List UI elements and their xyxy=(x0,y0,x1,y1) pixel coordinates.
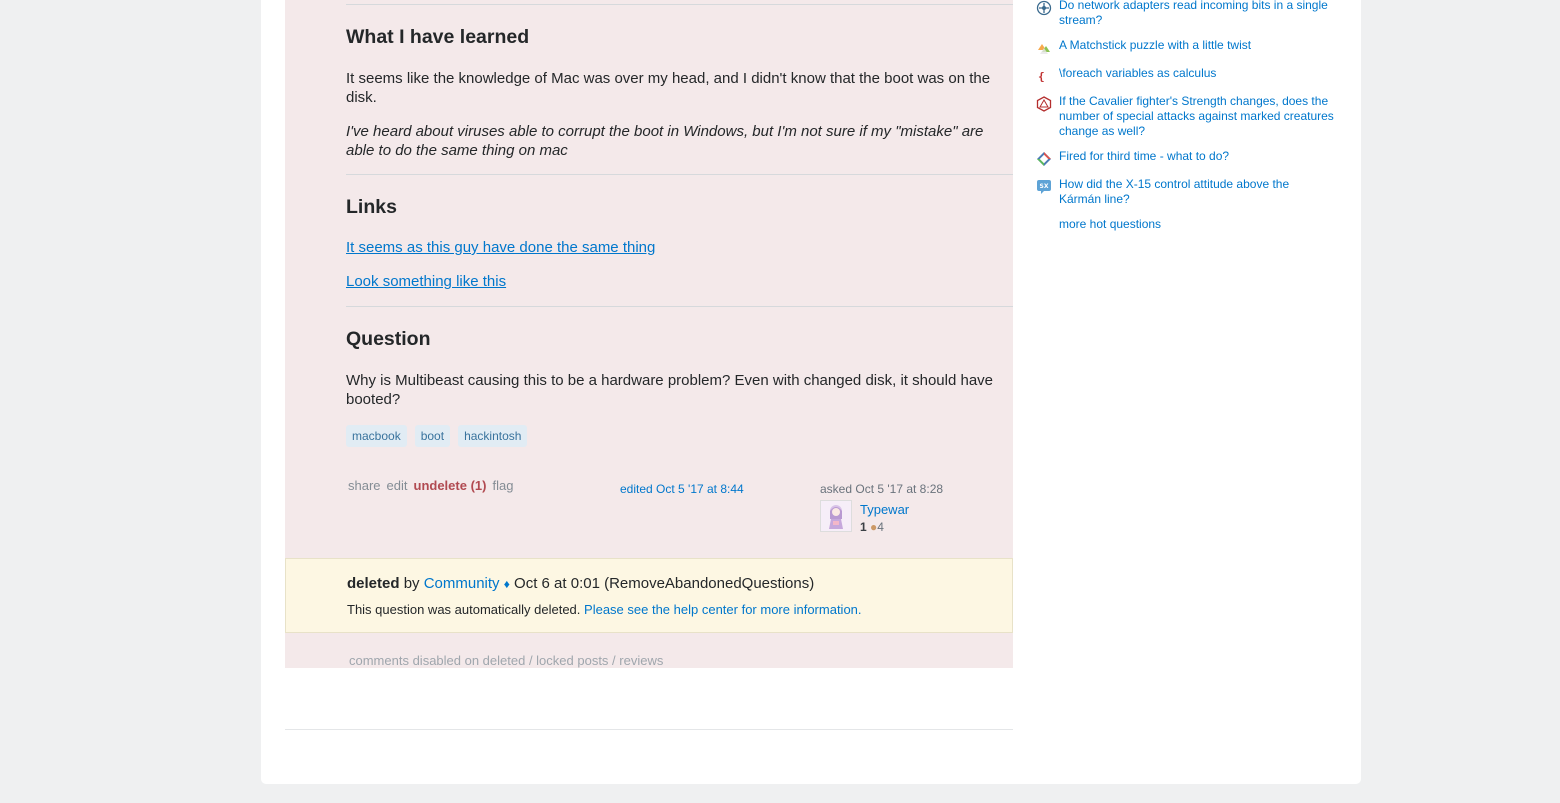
help-center-link[interactable]: Please see the help center for more info… xyxy=(584,602,861,617)
user-avatar-icon xyxy=(821,501,851,531)
flag-link[interactable]: flag xyxy=(492,478,513,493)
hot-question-link[interactable]: If the Cavalier fighter's Strength chang… xyxy=(1059,94,1334,139)
hot-question-link[interactable]: How did the X-15 control attitude above … xyxy=(1059,177,1334,207)
bronze-badge-count: 4 xyxy=(877,520,884,534)
hot-question-link[interactable]: A Matchstick puzzle with a little twist xyxy=(1059,38,1334,53)
learned-paragraph: It seems like the knowledge of Mac was o… xyxy=(346,70,991,106)
deleted-by-label: by xyxy=(403,575,420,592)
comments-disabled-notice: comments disabled on deleted / locked po… xyxy=(349,653,664,668)
avatar[interactable] xyxy=(820,500,852,532)
svg-text:SX: SX xyxy=(1040,183,1049,190)
section-divider xyxy=(346,4,1013,5)
heading-what-i-learned: What I have learned xyxy=(346,26,530,48)
community-user-link[interactable]: Community xyxy=(424,575,500,592)
asked-timestamp: asked Oct 5 '17 at 8:28 xyxy=(820,482,944,496)
edit-link[interactable]: edit xyxy=(387,478,408,493)
post-tags: macbook boot hackintosh xyxy=(346,425,528,447)
heading-links: Links xyxy=(346,196,397,218)
tag-macbook[interactable]: macbook xyxy=(346,425,407,447)
tag-boot[interactable]: boot xyxy=(414,425,451,447)
svg-text:{ }: { } xyxy=(1038,70,1052,83)
more-hot-questions-link[interactable]: more hot questions xyxy=(1059,217,1161,231)
moderator-diamond-icon: ♦ xyxy=(503,577,510,591)
link-same-thing[interactable]: It seems as this guy have done the same … xyxy=(346,239,655,256)
heading-question: Question xyxy=(346,328,431,350)
user-reputation: 1 ●4 xyxy=(860,520,884,534)
post-menu: share edit undelete (1) flag xyxy=(348,478,513,493)
hot-question-link[interactable]: Do network adapters read incoming bits i… xyxy=(1059,0,1334,28)
hot-question-link[interactable]: Fired for third time - what to do? xyxy=(1059,149,1334,164)
tex-icon: { } xyxy=(1038,70,1052,83)
deleted-when: Oct 6 at 0:01 (RemoveAbandonedQuestions) xyxy=(514,575,815,592)
deleted-notice-header: deleted by Community ♦ Oct 6 at 0:01 (Re… xyxy=(347,575,814,592)
space-exploration-icon: SX xyxy=(1037,180,1051,194)
puzzling-icon xyxy=(1038,44,1050,54)
undelete-link[interactable]: undelete (1) xyxy=(414,478,487,493)
share-link[interactable]: share xyxy=(348,478,381,493)
section-divider xyxy=(346,174,1013,175)
reputation-score: 1 xyxy=(860,520,867,534)
workplace-icon xyxy=(1037,152,1051,166)
edited-timestamp[interactable]: edited Oct 5 '17 at 8:44 xyxy=(620,482,744,496)
user-name-link[interactable]: Typewar xyxy=(860,502,909,517)
network-engineering-icon xyxy=(1036,0,1052,16)
link-look-like-this[interactable]: Look something like this xyxy=(346,273,506,290)
deleted-notice-message: This question was automatically deleted.… xyxy=(347,602,862,617)
bottom-divider xyxy=(285,729,1013,730)
question-paragraph: Why is Multibeast causing this to be a h… xyxy=(346,372,994,408)
learned-italic-paragraph: I've heard about viruses able to corrupt… xyxy=(346,123,984,159)
deleted-notice: deleted by Community ♦ Oct 6 at 0:01 (Re… xyxy=(285,558,1013,633)
rpg-icon xyxy=(1036,96,1052,112)
page-container: What I have learned It seems like the kn… xyxy=(261,0,1361,784)
deleted-message: This question was automatically deleted. xyxy=(347,602,581,617)
hot-question-link[interactable]: \foreach variables as calculus xyxy=(1059,66,1334,81)
section-divider xyxy=(346,306,1013,307)
tag-hackintosh[interactable]: hackintosh xyxy=(458,425,528,447)
deleted-label: deleted xyxy=(347,575,400,592)
